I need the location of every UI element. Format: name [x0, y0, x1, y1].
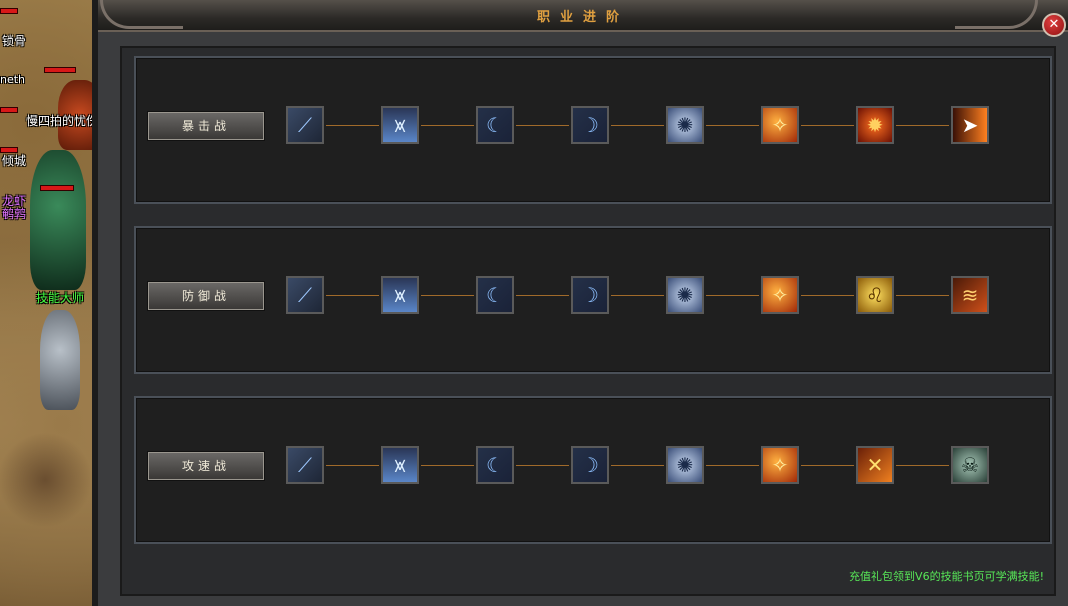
fire-slash-icon[interactable]: ✧: [761, 446, 799, 484]
crossed-blades-icon[interactable]: ✕: [856, 446, 894, 484]
class-row: 暴击战 ⟋ ⩙ ☾ ☽ ✺ ✧ ✹ ➤: [134, 56, 1052, 204]
skill-connector-line: [326, 295, 379, 296]
whirlwind-icon[interactable]: ✺: [666, 106, 704, 144]
skill-connector-line: [896, 295, 949, 296]
skill-connector-line: [516, 295, 569, 296]
crescent-moon-icon[interactable]: ☽: [571, 106, 609, 144]
fire-dragon-icon[interactable]: ✹: [856, 106, 894, 144]
ice-spike-icon[interactable]: ⩙: [381, 276, 419, 314]
npc-name-label[interactable]: 锁骨: [2, 32, 26, 49]
ice-spike-icon[interactable]: ⩙: [381, 446, 419, 484]
close-button[interactable]: ✕: [1042, 13, 1066, 37]
golden-lion-icon[interactable]: ♌: [856, 276, 894, 314]
skill-connector-line: [801, 465, 854, 466]
npc-name-label[interactable]: 技能大师: [36, 289, 84, 306]
ground-decoration: [0, 430, 90, 530]
skill-connector-line: [801, 295, 854, 296]
flame-sweep-icon[interactable]: ≋: [951, 276, 989, 314]
crescent-moon-icon[interactable]: ☽: [571, 276, 609, 314]
npc-figure[interactable]: [40, 310, 80, 410]
class-button-speed-warrior[interactable]: 攻速战: [148, 452, 264, 480]
sword-icon[interactable]: ⟋: [286, 106, 324, 144]
recharge-hint-text: 充值礼包领到V6的技能书页可学满技能!: [849, 570, 1044, 583]
skill-connector-line: [896, 465, 949, 466]
npc-health-bar: [44, 67, 76, 73]
skill-connector-line: [706, 465, 759, 466]
fire-slash-icon[interactable]: ✧: [761, 276, 799, 314]
skill-connector-line: [421, 125, 474, 126]
npc-health-bar: [40, 185, 74, 191]
skill-connector-line: [611, 465, 664, 466]
whirlwind-icon[interactable]: ✺: [666, 276, 704, 314]
npc-health-bar: [0, 107, 18, 113]
class-row: 攻速战 ⟋ ⩙ ☾ ☽ ✺ ✧ ✕ ☠: [134, 396, 1052, 544]
skill-connector-line: [706, 295, 759, 296]
fire-slash-icon[interactable]: ✧: [761, 106, 799, 144]
skill-connector-line: [706, 125, 759, 126]
class-advancement-window: 职业进阶 ✕ 暴击战 ⟋ ⩙ ☾ ☽ ✺ ✧ ✹ ➤ 防御战 ⟋ ⩙ ☾ ☽ ✺ ✧ ♌ ≋ 攻速战 ⟋ ⩙ ☾…: [92, 0, 1068, 606]
window-title: 职业进阶: [536, 10, 629, 25]
skill-connector-line: [326, 465, 379, 466]
skill-connector-line: [611, 125, 664, 126]
crescent-slash-icon[interactable]: ☾: [476, 276, 514, 314]
fire-bolt-icon[interactable]: ➤: [951, 106, 989, 144]
npc-name-label[interactable]: 鹌鹑: [2, 205, 26, 222]
skill-connector-line: [421, 465, 474, 466]
skill-connector-line: [801, 125, 854, 126]
skill-connector-line: [516, 465, 569, 466]
class-button-crit-warrior[interactable]: 暴击战: [148, 112, 264, 140]
whirlwind-icon[interactable]: ✺: [666, 446, 704, 484]
sword-icon[interactable]: ⟋: [286, 446, 324, 484]
ice-spike-icon[interactable]: ⩙: [381, 106, 419, 144]
sword-icon[interactable]: ⟋: [286, 276, 324, 314]
skill-connector-line: [421, 295, 474, 296]
npc-figure[interactable]: [30, 150, 86, 290]
skill-connector-line: [516, 125, 569, 126]
game-world-background: 锁骨 neth 慢四拍的忧伤 倾城 龙虾 鹌鹑 技能大师: [0, 0, 104, 606]
class-button-defense-warrior[interactable]: 防御战: [148, 282, 264, 310]
npc-name-label[interactable]: neth: [0, 73, 25, 86]
crescent-slash-icon[interactable]: ☾: [476, 106, 514, 144]
dark-skull-icon[interactable]: ☠: [951, 446, 989, 484]
class-row: 防御战 ⟋ ⩙ ☾ ☽ ✺ ✧ ♌ ≋: [134, 226, 1052, 374]
class-tree-container: 暴击战 ⟋ ⩙ ☾ ☽ ✺ ✧ ✹ ➤ 防御战 ⟋ ⩙ ☾ ☽ ✺ ✧ ♌ ≋ 攻速战 ⟋ ⩙ ☾ ☽ ✺ ✧ ✕ ☠ 充…: [120, 46, 1056, 596]
crescent-slash-icon[interactable]: ☾: [476, 446, 514, 484]
npc-name-label[interactable]: 倾城: [2, 152, 26, 169]
skill-connector-line: [896, 125, 949, 126]
npc-health-bar: [0, 8, 18, 14]
skill-connector-line: [326, 125, 379, 126]
skill-connector-line: [611, 295, 664, 296]
npc-name-label[interactable]: 慢四拍的忧伤: [26, 112, 98, 129]
window-titlebar[interactable]: 职业进阶: [98, 0, 1068, 32]
crescent-moon-icon[interactable]: ☽: [571, 446, 609, 484]
